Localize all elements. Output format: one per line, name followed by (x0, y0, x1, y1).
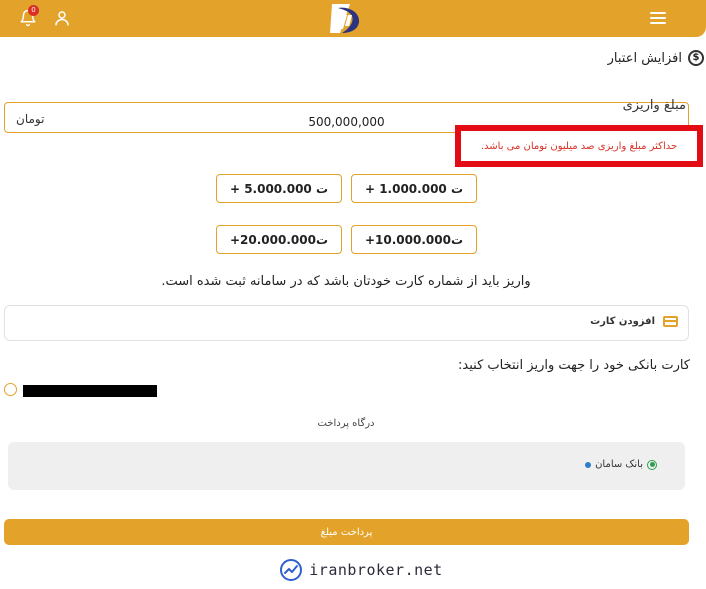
add-card-label: افزودن کارت (590, 316, 655, 327)
hamburger-menu-icon[interactable] (646, 6, 670, 30)
preset-button-5m[interactable]: + 5.000.000 ت (216, 174, 342, 203)
preset-button-10m[interactable]: +10.000.000ت (351, 225, 477, 254)
error-highlight-box: حداکثر مبلغ واریزی صد میلیون تومان می با… (455, 125, 703, 167)
pay-amount-button[interactable]: پرداخت مبلغ (4, 519, 689, 545)
trend-chart-icon (280, 558, 303, 581)
add-card-button[interactable]: افزودن کارت (4, 305, 689, 341)
page-title: افزایش اعتبار (607, 50, 682, 66)
gateway-option-saman[interactable]: بانک سامان (585, 459, 657, 470)
dollar-icon: $ (688, 50, 704, 66)
add-card-content: افزودن کارت (590, 316, 678, 327)
top-header: 0 (0, 0, 706, 37)
payment-gateway-panel: بانک سامان (8, 442, 685, 490)
notification-count-badge: 0 (28, 5, 39, 16)
card-radio-button[interactable] (4, 383, 17, 396)
select-card-prompt: کارت بانکی خود را جهت واریز انتخاب کنید: (458, 358, 690, 373)
card-ownership-notice: واریز باید از شماره کارت خودتان باشد که … (161, 274, 531, 289)
payment-gateway-title: درگاه پرداخت (317, 418, 375, 429)
watermark-text: iranbroker.net (309, 560, 443, 579)
preset-button-1m[interactable]: + 1.000.000 ت (351, 174, 477, 203)
user-profile-icon[interactable] (50, 6, 74, 30)
brand-logo[interactable] (326, 2, 366, 35)
gateway-radio-selected[interactable] (647, 459, 657, 470)
amount-error-message: حداکثر مبلغ واریزی صد میلیون تومان می با… (480, 140, 678, 152)
redacted-card-number (23, 385, 157, 397)
site-watermark: iranbroker.net (266, 550, 456, 589)
amount-field-label: مبلغ واریزی (622, 98, 686, 113)
saman-bank-logo-icon (585, 461, 592, 468)
notification-bell-icon[interactable]: 0 (16, 5, 40, 30)
credit-card-icon (663, 316, 678, 327)
gateway-option-label: بانک سامان (595, 459, 643, 470)
preset-button-20m[interactable]: +20.000.000ت (216, 225, 342, 254)
page-title-row: $ افزایش اعتبار (608, 50, 704, 66)
